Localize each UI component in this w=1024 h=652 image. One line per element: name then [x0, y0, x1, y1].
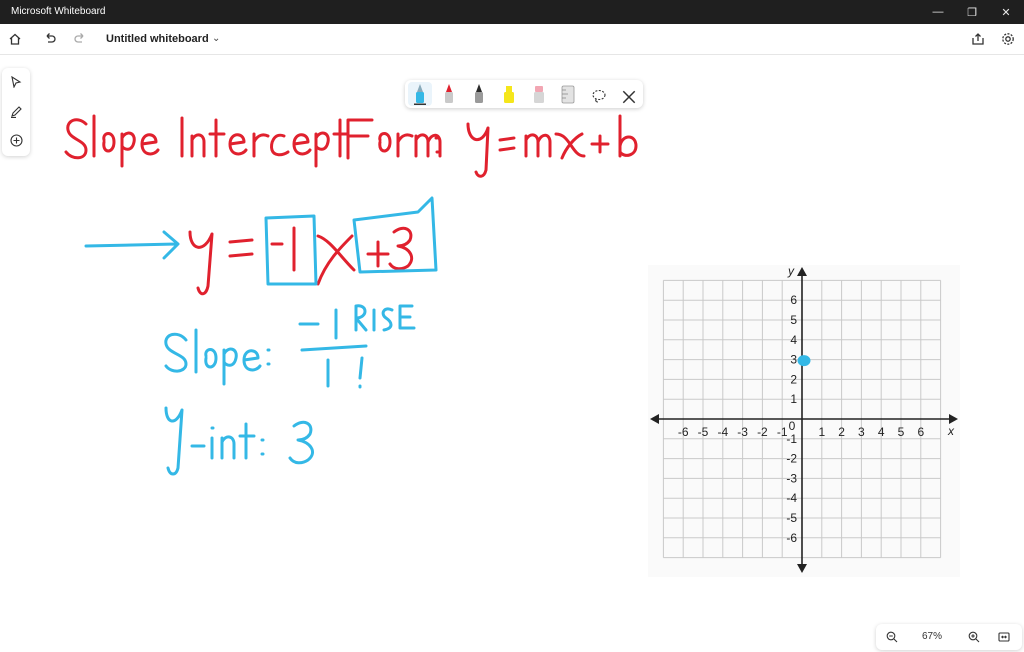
y-tick-label: 1: [790, 392, 797, 406]
chevron-down-icon[interactable]: ⌄: [212, 33, 220, 44]
fit-screen-icon[interactable]: [996, 629, 1012, 645]
y-tick-label: 4: [790, 333, 797, 347]
x-tick-label: 3: [858, 425, 865, 439]
heading-ink: [64, 114, 638, 178]
y-axis-arrow-up: [797, 267, 807, 276]
x-tick-label: 6: [917, 425, 924, 439]
y-tick-label: -5: [786, 511, 797, 525]
zoom-bar: 67%: [876, 624, 1022, 650]
zoom-out-icon[interactable]: [884, 629, 900, 645]
app-bar: Untitled whiteboard ⌄: [0, 24, 1024, 55]
x-axis-label: x: [947, 424, 955, 438]
x-tick-label: 4: [878, 425, 885, 439]
slope-ink: [164, 304, 416, 389]
y-tick-label: -4: [786, 491, 797, 505]
title-bar: Microsoft Whiteboard — ❐ ✕: [0, 0, 1024, 24]
equation-ink: [188, 196, 438, 296]
board-title[interactable]: Untitled whiteboard: [106, 33, 209, 45]
x-axis-arrow-left: [650, 414, 659, 424]
x-tick-label: -6: [678, 425, 689, 439]
x-tick-label: 1: [818, 425, 825, 439]
y-axis-label: y: [787, 265, 795, 278]
x-tick-label: -4: [717, 425, 728, 439]
y-tick-label: 2: [790, 372, 797, 386]
x-tick-label: -2: [757, 425, 768, 439]
x-tick-label: -3: [737, 425, 748, 439]
close-icon[interactable]: ✕: [989, 0, 1023, 24]
graph-axes: [650, 267, 958, 573]
plotted-point: [797, 355, 811, 367]
home-icon[interactable]: [7, 31, 23, 47]
restore-icon[interactable]: ❐: [955, 0, 989, 24]
window-title: Microsoft Whiteboard: [11, 6, 106, 17]
x-tick-label: 2: [838, 425, 845, 439]
y-axis-arrow-down: [797, 564, 807, 573]
x-tick-label: -5: [698, 425, 709, 439]
y-tick-label: -6: [786, 531, 797, 545]
y-tick-label: 5: [790, 313, 797, 327]
coordinate-plane[interactable]: -6 -5 -4 -3 -2 -1 0 1 2 3 4 5 6 654321-1-2-3-4-5-6 x…: [648, 265, 960, 577]
zoom-in-icon[interactable]: [966, 629, 982, 645]
x-tick-labels: -6 -5 -4 -3 -2 -1 0 1 2 3 4 5 6: [678, 419, 925, 439]
arrow-ink: [84, 230, 180, 260]
settings-icon[interactable]: [1000, 31, 1016, 47]
y-tick-label: 3: [790, 353, 797, 367]
y-tick-label: -2: [786, 452, 797, 466]
redo-icon[interactable]: [72, 31, 88, 47]
y-tick-label: -3: [786, 471, 797, 485]
minimize-icon[interactable]: —: [921, 0, 955, 24]
share-icon[interactable]: [970, 31, 986, 47]
x-tick-label: 5: [898, 425, 905, 439]
yint-ink: [164, 406, 314, 476]
undo-icon[interactable]: [42, 31, 58, 47]
y-tick-label: 6: [790, 293, 797, 307]
x-axis-arrow-right: [949, 414, 958, 424]
zoom-level[interactable]: 67%: [922, 631, 942, 642]
y-tick-label: -1: [786, 432, 797, 446]
